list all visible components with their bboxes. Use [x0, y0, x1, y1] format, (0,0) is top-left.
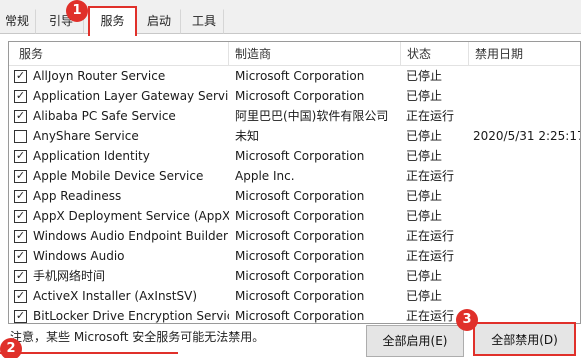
service-status: 已停止 — [406, 289, 443, 303]
table-row[interactable]: ✓ AllJoyn Router Service Microsoft Corpora… — [9, 66, 580, 86]
service-checkbox[interactable]: ✓ — [14, 310, 27, 323]
tab-services[interactable]: 服务 — [88, 6, 137, 36]
disable-all-button[interactable]: 全部禁用(D) — [473, 322, 576, 356]
column-header-manufacturer[interactable]: 制造商 — [229, 42, 401, 66]
annotation-marker-1: 1 — [66, 0, 88, 22]
service-status: 已停止 — [406, 149, 443, 163]
service-manufacturer: Microsoft Corporation — [235, 69, 365, 83]
annotation-marker-3: 3 — [456, 309, 478, 331]
service-status: 已停止 — [406, 129, 443, 143]
service-checkbox[interactable]: ✓ — [14, 150, 27, 163]
service-name: AnyShare Service — [33, 129, 139, 143]
service-status: 已停止 — [406, 209, 443, 223]
table-row[interactable]: ✓ 手机网络时间 Microsoft Corporation 已停止 — [9, 266, 580, 286]
service-manufacturer: Microsoft Corporation — [235, 289, 365, 303]
column-header-disabled-date[interactable]: 禁用日期 — [469, 42, 580, 66]
enable-all-button[interactable]: 全部启用(E) — [366, 325, 464, 357]
service-manufacturer: Microsoft Corporation — [235, 269, 365, 283]
service-status: 已停止 — [406, 269, 443, 283]
service-status: 正在运行 — [406, 229, 455, 243]
table-row[interactable]: ✓ App Readiness Microsoft Corporation 已停止 — [9, 186, 580, 206]
service-manufacturer: 未知 — [235, 129, 260, 143]
service-name: 手机网络时间 — [33, 269, 106, 283]
tab-startup[interactable]: 启动 — [137, 9, 181, 34]
service-checkbox[interactable]: ✓ — [14, 250, 27, 263]
service-disabled-date — [473, 226, 580, 246]
service-checkbox[interactable]: ✓ — [14, 90, 27, 103]
service-status: 正在运行 — [406, 169, 455, 183]
tab-general[interactable]: 常规 — [0, 9, 36, 34]
table-row[interactable]: ✓ Application Identity Microsoft Corporati… — [9, 146, 580, 166]
table-row[interactable]: AnyShare Service 未知 已停止 2020/5/31 2:25:17 — [9, 126, 581, 146]
annotation-underline — [0, 352, 178, 354]
service-name: ActiveX Installer (AxInstSV) — [33, 289, 198, 303]
column-header-service[interactable]: 服务 — [9, 42, 229, 66]
table-row[interactable]: ✓ AppX Deployment Service (AppX... Microso… — [9, 206, 580, 226]
service-manufacturer: Microsoft Corporation — [235, 89, 365, 103]
list-header: 服务 制造商 状态 禁用日期 — [9, 42, 580, 66]
service-status: 已停止 — [406, 69, 443, 83]
service-checkbox[interactable]: ✓ — [14, 230, 27, 243]
service-manufacturer: Microsoft Corporation — [235, 189, 365, 203]
table-row[interactable]: ✓ Alibaba PC Safe Service 阿里巴巴(中国)软件有限公司 正在… — [9, 106, 580, 126]
service-name: Application Layer Gateway Service — [33, 89, 229, 103]
service-name: AllJoyn Router Service — [33, 69, 166, 83]
service-checkbox[interactable]: ✓ — [14, 70, 27, 83]
service-disabled-date — [473, 266, 580, 286]
service-name: Windows Audio Endpoint Builder — [33, 229, 228, 243]
service-checkbox[interactable]: ✓ — [14, 270, 27, 283]
service-disabled-date — [473, 66, 580, 86]
service-disabled-date — [473, 166, 580, 186]
service-disabled-date — [473, 106, 580, 126]
service-manufacturer: Microsoft Corporation — [235, 309, 365, 323]
service-checkbox[interactable] — [14, 130, 27, 143]
service-name: Alibaba PC Safe Service — [33, 109, 176, 123]
service-name: AppX Deployment Service (AppX... — [33, 209, 229, 223]
services-list[interactable]: 服务 制造商 状态 禁用日期 ✓ AllJoyn Router Service Mi… — [8, 41, 581, 324]
service-checkbox[interactable]: ✓ — [14, 110, 27, 123]
service-checkbox[interactable]: ✓ — [14, 210, 27, 223]
service-name: Application Identity — [33, 149, 150, 163]
service-manufacturer: Microsoft Corporation — [235, 209, 365, 223]
table-row[interactable]: ✓ Apple Mobile Device Service Apple Inc. 正在… — [9, 166, 580, 186]
service-disabled-date — [473, 286, 580, 306]
table-row[interactable]: ✓ Windows Audio Microsoft Corporation 正在运行 — [9, 246, 580, 266]
service-status: 正在运行 — [406, 109, 455, 123]
service-manufacturer: Microsoft Corporation — [235, 249, 365, 263]
service-checkbox[interactable]: ✓ — [14, 170, 27, 183]
service-disabled-date — [473, 86, 580, 106]
service-name: BitLocker Drive Encryption Service — [33, 309, 229, 323]
table-row[interactable]: ✓ Application Layer Gateway Service Micros… — [9, 86, 580, 106]
service-disabled-date — [473, 246, 580, 266]
service-status: 已停止 — [406, 89, 443, 103]
tab-tools[interactable]: 工具 — [184, 9, 224, 34]
service-name: App Readiness — [33, 189, 122, 203]
service-manufacturer: Apple Inc. — [235, 169, 295, 183]
annotation-marker-2: 2 — [0, 338, 22, 358]
service-checkbox[interactable]: ✓ — [14, 290, 27, 303]
service-disabled-date: 2020/5/31 2:25:17 — [473, 129, 581, 143]
service-manufacturer: 阿里巴巴(中国)软件有限公司 — [235, 109, 389, 123]
service-status: 已停止 — [406, 189, 443, 203]
service-disabled-date — [473, 146, 580, 166]
service-name: Apple Mobile Device Service — [33, 169, 204, 183]
column-header-status[interactable]: 状态 — [401, 42, 469, 66]
service-disabled-date — [473, 186, 580, 206]
service-manufacturer: Microsoft Corporation — [235, 229, 365, 243]
footer-note: 注意，某些 Microsoft 安全服务可能无法禁用。 — [10, 330, 265, 344]
service-disabled-date — [473, 206, 580, 226]
service-name: Windows Audio — [33, 249, 125, 263]
service-status: 正在运行 — [406, 249, 455, 263]
service-manufacturer: Microsoft Corporation — [235, 149, 365, 163]
table-row[interactable]: ✓ Windows Audio Endpoint Builder Microsoft… — [9, 226, 580, 246]
table-row[interactable]: ✓ ActiveX Installer (AxInstSV) Microsoft C… — [9, 286, 580, 306]
tab-strip: 常规 引导 服务 启动 工具 — [0, 0, 581, 36]
service-checkbox[interactable]: ✓ — [14, 190, 27, 203]
